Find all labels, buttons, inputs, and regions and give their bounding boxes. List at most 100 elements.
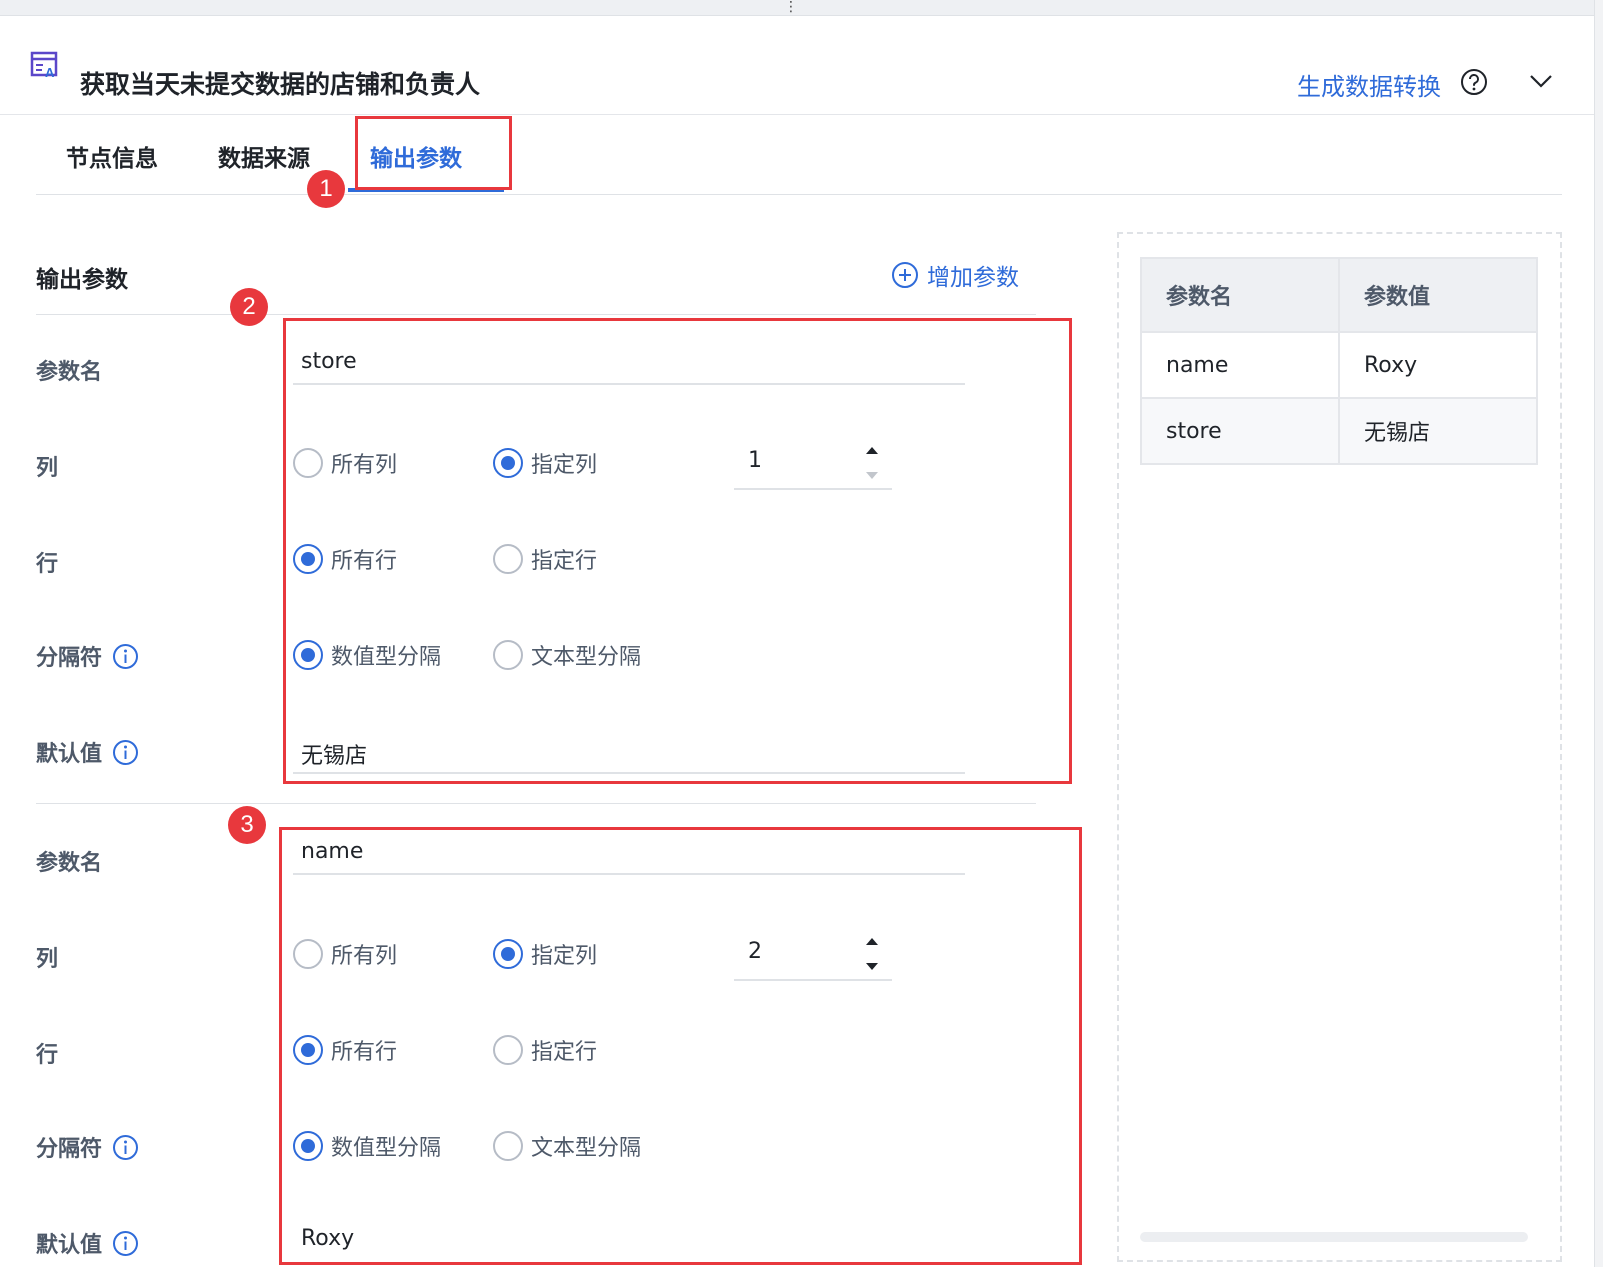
default-value-label: 默认值 <box>36 1227 139 1259</box>
param-name-label: 参数名 <box>36 851 103 876</box>
radio-specified-column[interactable]: 指定列 <box>493 938 597 970</box>
separator-label: 分隔符 <box>36 1131 139 1163</box>
table-cell: name <box>1140 331 1340 399</box>
preview-table: 参数名 参数值 name Roxy store 无锡店 <box>1140 257 1538 465</box>
row-label: 行 <box>36 552 59 577</box>
window-top-bar: ⋮ <box>0 0 1603 16</box>
radio-label: 指定行 <box>531 549 598 574</box>
stepper-down-icon[interactable] <box>866 963 878 970</box>
param-name-label: 参数名 <box>36 360 103 385</box>
annotation-badge-1: 1 <box>307 170 345 208</box>
stepper-down-icon[interactable] <box>866 472 878 479</box>
radio-specified-row[interactable]: 指定行 <box>493 543 597 575</box>
radio-button <box>493 448 523 478</box>
tab-bar: 节点信息 数据来源 输出参数 <box>36 115 1562 195</box>
default-value-input[interactable]: Roxy <box>293 1222 965 1262</box>
radio-button <box>493 1035 523 1065</box>
radio-button <box>293 448 323 478</box>
stepper-up-icon[interactable] <box>866 447 878 454</box>
tab-node-info[interactable]: 节点信息 <box>66 139 158 173</box>
info-icon[interactable] <box>112 739 139 766</box>
column-index-input[interactable]: 2 <box>734 935 892 981</box>
radio-button <box>293 1035 323 1065</box>
page-title: 获取当天未提交数据的店铺和负责人 <box>80 70 481 99</box>
generate-transform-link[interactable]: 生成数据转换 <box>1297 67 1441 102</box>
node-transform-icon: A <box>30 51 58 80</box>
column-index-input[interactable]: 1 <box>734 444 892 490</box>
info-icon[interactable] <box>112 643 139 670</box>
tab-data-source[interactable]: 数据来源 <box>218 139 310 173</box>
add-param-button[interactable]: 增加参数 <box>891 258 1019 292</box>
radio-label: 文本型分隔 <box>531 1136 642 1161</box>
column-label: 列 <box>36 456 59 481</box>
radio-button <box>293 1131 323 1161</box>
table-row: name Roxy <box>1140 331 1538 399</box>
stepper[interactable] <box>864 444 880 484</box>
divider <box>36 803 1036 804</box>
section-title: 输出参数 <box>36 267 128 293</box>
radio-button <box>493 640 523 670</box>
radio-label: 数值型分隔 <box>331 645 442 670</box>
radio-label: 指定行 <box>531 1040 598 1065</box>
param-name-input[interactable]: name <box>293 835 965 875</box>
column-header: 参数名 <box>1140 257 1340 333</box>
drag-handle-icon[interactable]: ⋮ <box>784 0 800 14</box>
annotation-box-1 <box>355 116 512 190</box>
table-row: store 无锡店 <box>1140 397 1538 465</box>
stepper-up-icon[interactable] <box>866 938 878 945</box>
radio-numeric-separator[interactable]: 数值型分隔 <box>293 639 441 671</box>
radio-label: 数值型分隔 <box>331 1136 442 1161</box>
radio-button <box>493 939 523 969</box>
radio-button <box>493 544 523 574</box>
column-header: 参数值 <box>1338 257 1538 333</box>
radio-all-rows[interactable]: 所有行 <box>293 543 397 575</box>
radio-button <box>293 640 323 670</box>
default-value-input[interactable]: 无锡店 <box>293 734 965 774</box>
plus-circle-icon <box>892 262 918 288</box>
radio-label: 所有行 <box>331 549 398 574</box>
table-cell: store <box>1140 397 1340 465</box>
radio-button <box>293 544 323 574</box>
separator-label: 分隔符 <box>36 640 139 672</box>
radio-button <box>293 939 323 969</box>
separator-label-text: 分隔符 <box>36 1137 103 1162</box>
right-edge <box>1594 0 1603 1267</box>
radio-all-columns[interactable]: 所有列 <box>293 447 397 479</box>
default-value-label-text: 默认值 <box>36 1233 103 1258</box>
radio-label: 文本型分隔 <box>531 645 642 670</box>
radio-button <box>493 1131 523 1161</box>
radio-label: 指定列 <box>531 944 598 969</box>
stepper[interactable] <box>864 935 880 975</box>
annotation-badge-2: 2 <box>230 288 268 326</box>
svg-text:A: A <box>45 65 55 80</box>
divider <box>36 314 1036 315</box>
param-name-input[interactable]: store <box>293 345 965 385</box>
separator-label-text: 分隔符 <box>36 646 103 671</box>
radio-specified-row[interactable]: 指定行 <box>493 1034 597 1066</box>
annotation-box-3 <box>279 827 1082 1265</box>
annotation-badge-3: 3 <box>228 806 266 844</box>
column-index-value: 1 <box>748 448 762 473</box>
chevron-down-icon[interactable] <box>1529 73 1553 89</box>
default-value-label-text: 默认值 <box>36 742 103 767</box>
radio-text-separator[interactable]: 文本型分隔 <box>493 1130 641 1162</box>
radio-label: 所有列 <box>331 453 398 478</box>
column-label: 列 <box>36 947 59 972</box>
row-label: 行 <box>36 1043 59 1068</box>
table-cell: 无锡店 <box>1338 397 1538 465</box>
add-param-label: 增加参数 <box>927 265 1019 291</box>
help-circle-icon[interactable] <box>1460 68 1488 96</box>
radio-all-columns[interactable]: 所有列 <box>293 938 397 970</box>
annotation-box-2 <box>283 318 1072 784</box>
column-index-value: 2 <box>748 939 762 964</box>
table-cell: Roxy <box>1338 331 1538 399</box>
radio-all-rows[interactable]: 所有行 <box>293 1034 397 1066</box>
info-icon[interactable] <box>112 1230 139 1257</box>
table-header-row: 参数名 参数值 <box>1140 257 1538 333</box>
radio-numeric-separator[interactable]: 数值型分隔 <box>293 1130 441 1162</box>
info-icon[interactable] <box>112 1134 139 1161</box>
radio-specified-column[interactable]: 指定列 <box>493 447 597 479</box>
radio-text-separator[interactable]: 文本型分隔 <box>493 639 641 671</box>
radio-label: 所有行 <box>331 1040 398 1065</box>
horizontal-scrollbar[interactable] <box>1140 1232 1528 1242</box>
